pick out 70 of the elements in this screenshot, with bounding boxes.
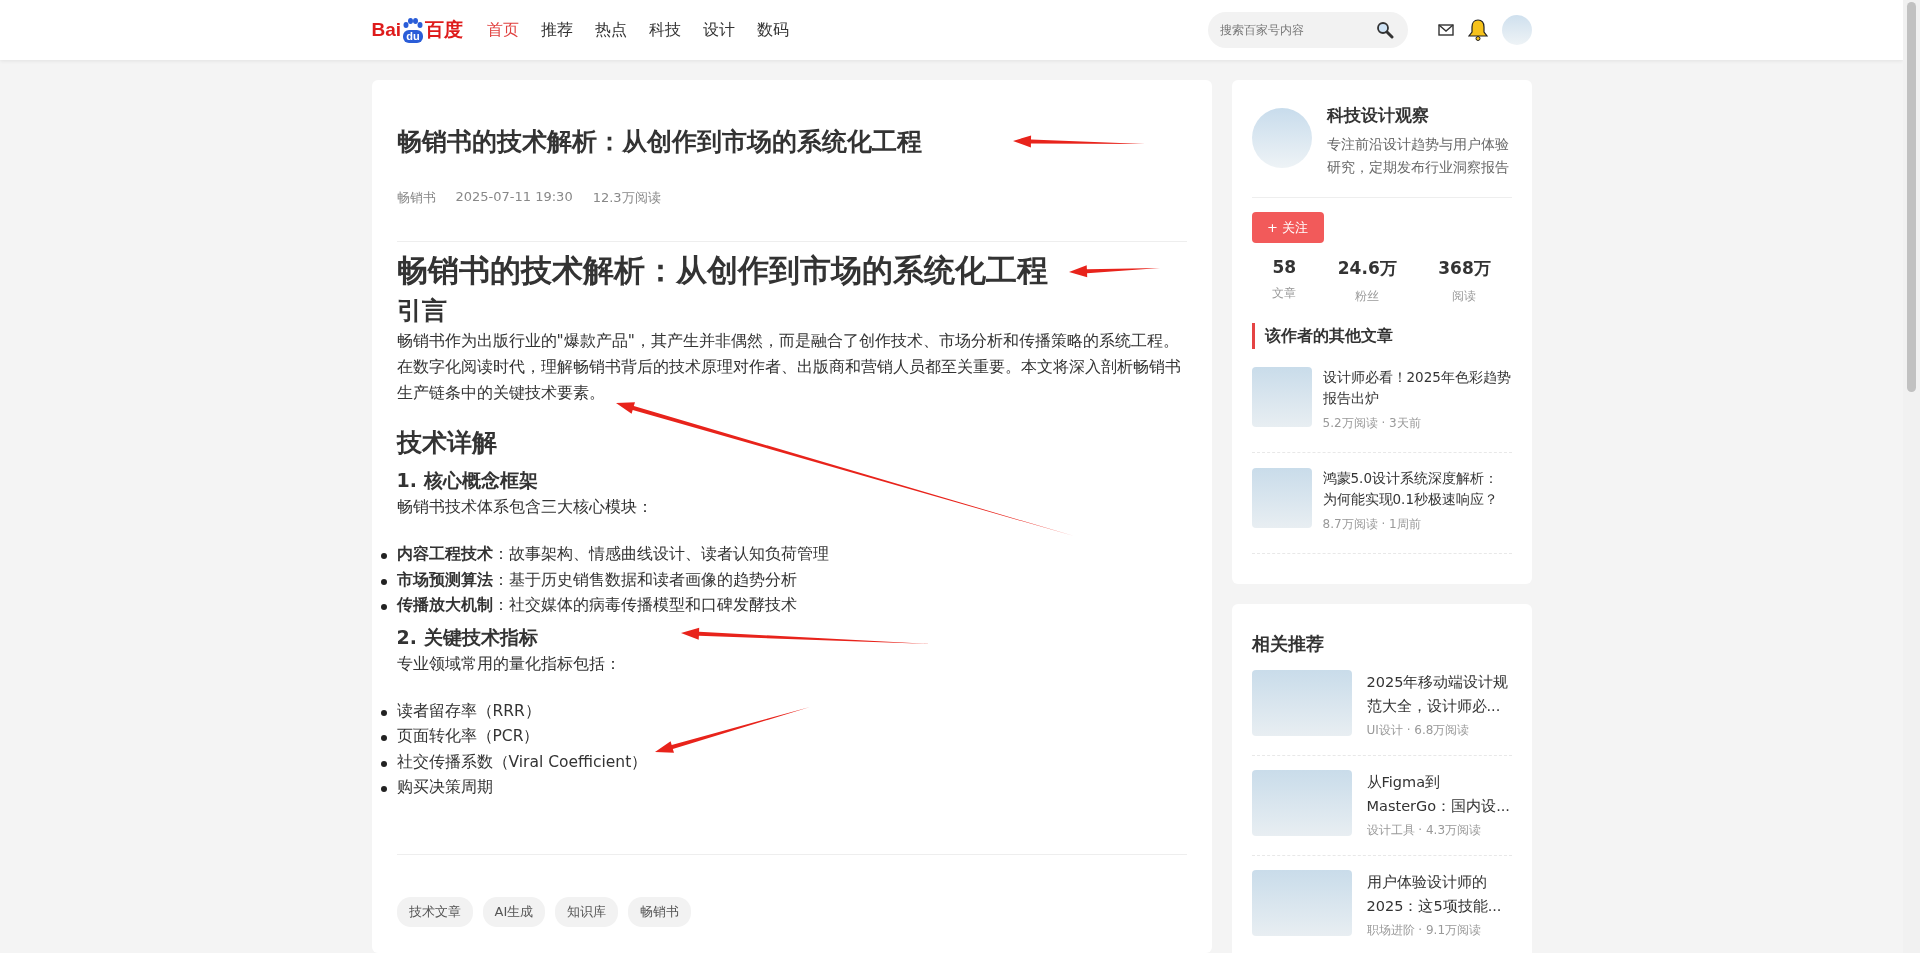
logo-text[interactable]: 百度 — [425, 17, 464, 43]
article-link[interactable]: 用户体验设计师的2025：这5项技能... — [1366, 870, 1512, 918]
tag-chip[interactable]: 技术文章 — [396, 896, 473, 927]
bullet-icon — [380, 760, 387, 767]
article-link[interactable]: 设计师必看！2025年色彩趋势报告出炉 — [1322, 367, 1512, 409]
paragraph: 畅销书技术体系包含三大核心模块： — [396, 497, 653, 518]
nav-tab[interactable]: 数码 — [757, 19, 790, 41]
section-title: 相关推荐 — [1251, 632, 1325, 656]
article-meta: 5.2万阅读 · 3天前 — [1322, 415, 1422, 432]
nav-tab[interactable]: 首页 — [487, 19, 520, 41]
author-bio: 专注前沿设计趋势与用户体验研究，定期发布行业洞察报告 — [1326, 135, 1510, 177]
article-meta: 8.7万阅读 · 1周前 — [1322, 516, 1422, 533]
bullet-icon — [380, 604, 387, 610]
thumbnail-photo[interactable] — [1251, 367, 1312, 427]
stat-value: 24.6万 — [1337, 257, 1397, 280]
bullet-icon — [380, 735, 387, 741]
nav-tab[interactable]: 科技 — [649, 19, 682, 41]
mail-icon[interactable] — [1437, 24, 1454, 36]
thumbnail-photo[interactable] — [1251, 468, 1312, 528]
list-item: 社交传播系数（Viral Coefficient） — [396, 751, 648, 773]
article-link[interactable]: 2025年移动端设计规范大全，设计师必... — [1366, 670, 1512, 718]
list-item: 读者留存率（RRR） — [396, 700, 541, 722]
list-item: 市场预测算法：基于历史销售数据和读者画像的趋势分析 — [396, 569, 797, 591]
list-item: 内容工程技术：故事架构、情感曲线设计、读者认知负荷管理 — [396, 544, 829, 565]
subsection-heading: 1. 核心概念框架 — [396, 468, 538, 493]
content-heading: 畅销书的技术解析：从创作到市场的系统化工程 — [396, 251, 1048, 290]
stat-label: 粉丝 — [1355, 288, 1380, 305]
article-meta: 设计工具 · 4.3万阅读 — [1366, 822, 1483, 839]
article-title: 畅销书的技术解析：从创作到市场的系统化工程 — [396, 126, 922, 158]
article-meta: 畅销书 — [396, 189, 436, 207]
stat-label: 阅读 — [1452, 288, 1477, 305]
nav-tab[interactable]: 热点 — [595, 19, 628, 41]
list-item: 购买决策周期 — [396, 777, 493, 798]
paragraph: 专业领域常用的量化指标包括： — [396, 653, 621, 675]
nav-tab[interactable]: 设计 — [703, 19, 736, 41]
bullet-icon — [380, 709, 387, 716]
author-name[interactable]: 科技设计观察 — [1326, 104, 1512, 127]
thumbnail-photo[interactable] — [1251, 770, 1352, 836]
search-icon[interactable] — [1375, 21, 1394, 39]
article-meta: 职场进阶 · 9.1万阅读 — [1366, 922, 1483, 939]
tag-chip[interactable]: AI生成 — [482, 896, 546, 927]
stat-value: 368万 — [1438, 257, 1491, 280]
paragraph: 畅销书作为出版行业的"爆款产品"，其产生并非偶然，而是融合了创作技术、市场分析和传播策略的系统工程。在数字化阅读时代，理解畅销书背后的技术原理对作者、出版商和营销人员都至关重要。本文将深入剖析畅销书生产链条中的关键技术要素。 — [396, 331, 1182, 404]
stat-value: 58 — [1272, 257, 1297, 277]
section-heading: 引言 — [396, 295, 447, 327]
logo-badge: du — [403, 29, 423, 43]
section-title: 该作者的其他文章 — [1251, 323, 1512, 349]
list-item: 页面转化率（PCR） — [396, 726, 540, 747]
bell-icon[interactable] — [1467, 19, 1488, 41]
article-meta: 12.3万阅读 — [592, 189, 661, 207]
nav-tab[interactable]: 推荐 — [541, 19, 574, 41]
list-item: 传播放大机制：社交媒体的病毒传播模型和口碑发酵技术 — [396, 595, 797, 616]
paw-icon — [402, 17, 425, 30]
bullet-icon — [380, 553, 387, 559]
bullet-icon — [380, 578, 387, 585]
section-heading: 技术详解 — [396, 427, 497, 459]
tag-chip[interactable]: 知识库 — [555, 896, 619, 927]
bullet-icon — [380, 786, 387, 792]
article-meta: 2025-07-11 19:30 — [455, 189, 573, 206]
article-meta: UI设计 · 6.8万阅读 — [1366, 722, 1471, 739]
stat-label: 文章 — [1272, 285, 1297, 302]
search-field[interactable]: 搜索百家号内容 — [1207, 12, 1408, 48]
article-link[interactable]: 鸿蒙5.0设计系统深度解析：为何能实现0.1秒极速响应？ — [1322, 468, 1512, 510]
logo-text[interactable]: Bai — [371, 19, 402, 41]
tag-chip[interactable]: 畅销书 — [628, 896, 692, 927]
avatar-photo[interactable] — [1501, 15, 1532, 45]
subsection-heading: 2. 关键技术指标 — [396, 624, 538, 650]
article-link[interactable]: 从Figma到MasterGo：国内设... — [1366, 770, 1512, 818]
thumbnail-photo[interactable] — [1251, 670, 1352, 736]
thumbnail-photo[interactable] — [1251, 870, 1352, 936]
